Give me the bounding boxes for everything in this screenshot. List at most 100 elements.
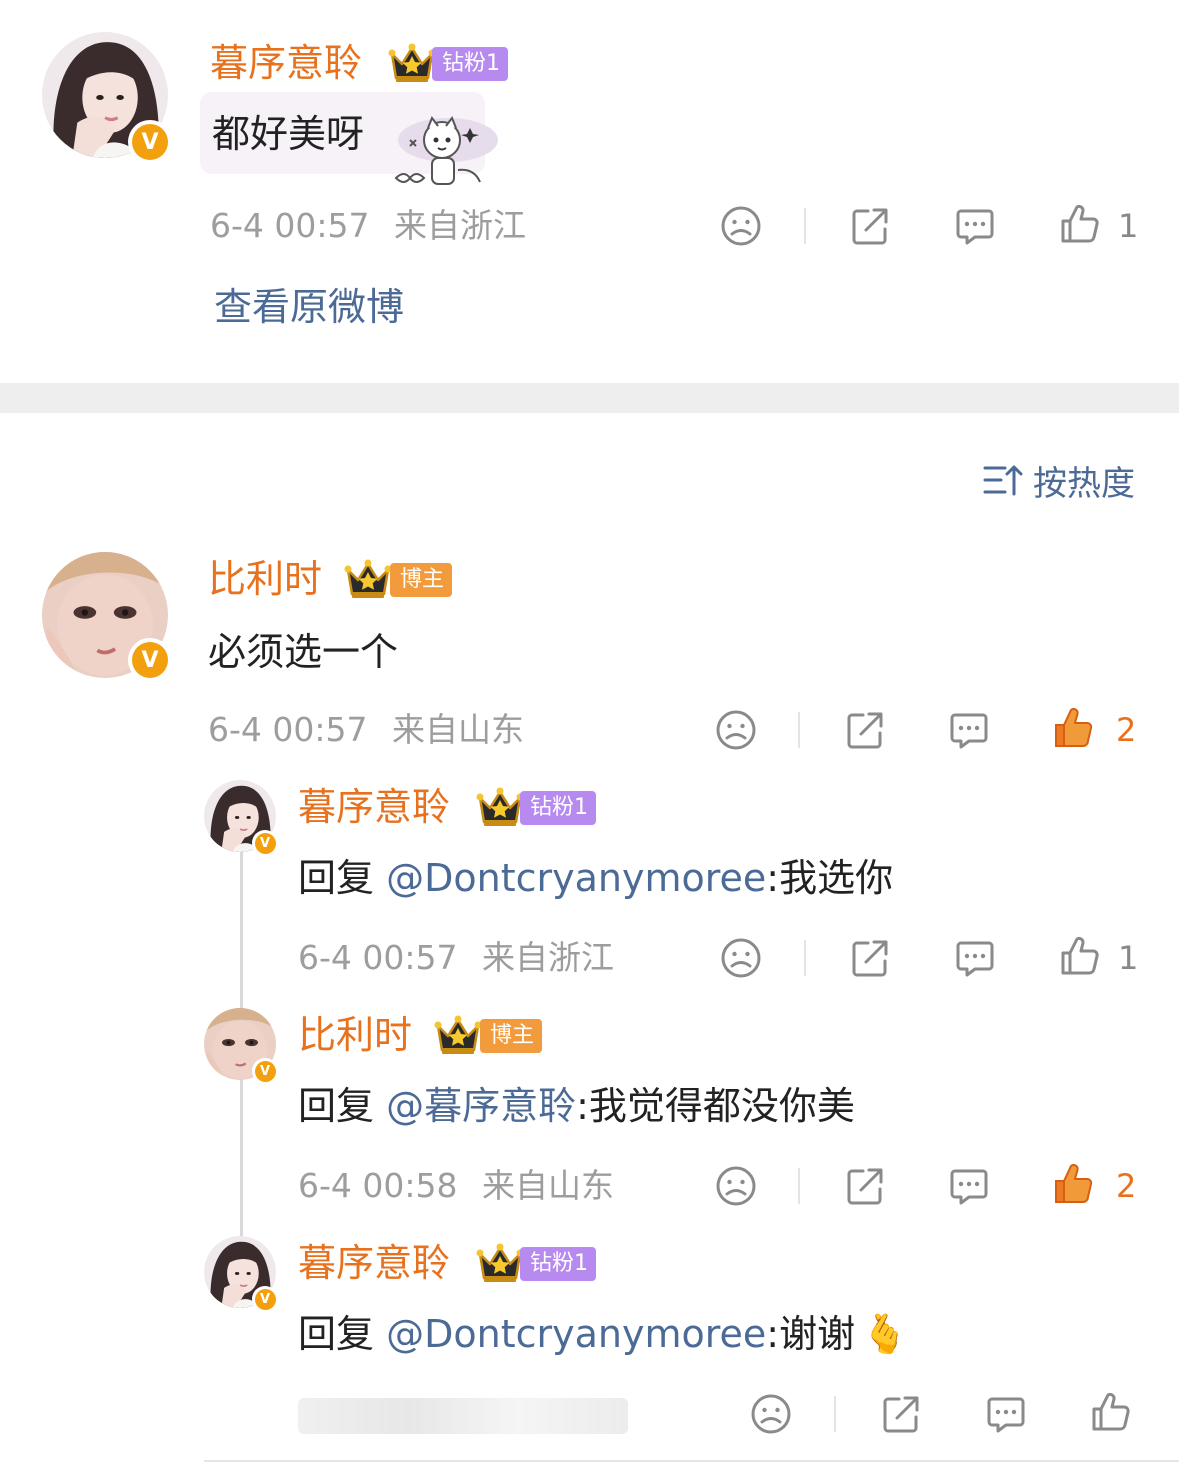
verified-badge-icon: V <box>128 638 172 682</box>
like-button-active[interactable] <box>1052 706 1096 750</box>
reply-button[interactable] <box>947 1164 991 1208</box>
username[interactable]: 比利时 <box>298 1012 412 1058</box>
divider <box>798 712 800 748</box>
timestamp: 6-4 00:57 <box>298 938 458 977</box>
divider <box>804 940 806 976</box>
verified-badge-icon: V <box>252 1058 278 1084</box>
like-count: 2 <box>1116 711 1137 749</box>
divider <box>204 1460 1179 1462</box>
host-badge[interactable]: 博主 <box>390 563 453 597</box>
finger-heart-emoji: 🫰 <box>861 1312 909 1356</box>
reply-text: 回复 @Dontcryanymoree:谢谢 🫰 <box>298 1310 908 1358</box>
fan-badge[interactable]: 钻粉1 <box>520 1247 596 1281</box>
thumbs-up-icon <box>1089 1390 1133 1434</box>
reply-prefix: 回复 <box>298 856 387 900</box>
mention-link[interactable]: @Dontcryanymoree <box>386 1312 766 1356</box>
reply-body: :我觉得都没你美 <box>576 1084 855 1128</box>
fan-badge[interactable]: 钻粉1 <box>432 47 508 81</box>
reply-text: 回复 @暮序意聆:我觉得都没你美 <box>298 1082 855 1130</box>
comment-meta: 6-4 00:57 来自浙江 <box>210 206 526 246</box>
divider <box>834 1396 836 1432</box>
reply-body: :我选你 <box>766 856 894 900</box>
timestamp: 6-4 00:57 <box>208 710 368 749</box>
verified-badge-icon: V <box>252 830 278 856</box>
username[interactable]: 比利时 <box>208 556 322 602</box>
timestamp: 6-4 00:57 <box>210 206 370 245</box>
like-count: 1 <box>1118 207 1139 245</box>
username[interactable]: 暮序意聆 <box>298 784 450 830</box>
fan-badge[interactable]: 钻粉1 <box>520 791 596 825</box>
dislike-button[interactable] <box>749 1392 793 1436</box>
comment-icon <box>953 936 997 980</box>
dislike-button[interactable] <box>719 204 763 248</box>
sort-icon <box>983 465 1023 496</box>
comment-text: 必须选一个 <box>208 630 399 674</box>
comment-icon <box>947 708 991 752</box>
crown-icon <box>434 1014 482 1058</box>
reply-button[interactable] <box>953 204 997 248</box>
share-button[interactable] <box>848 204 892 248</box>
comment-icon <box>947 1164 991 1208</box>
host-badge[interactable]: 博主 <box>480 1019 543 1053</box>
like-count: 1 <box>1118 939 1139 977</box>
divider <box>798 1168 800 1204</box>
crown-icon <box>344 558 392 602</box>
username[interactable]: 暮序意聆 <box>298 1240 450 1286</box>
reply-button[interactable] <box>947 708 991 752</box>
like-button[interactable] <box>1058 202 1102 246</box>
location: 来自浙江 <box>482 938 614 977</box>
reply-text: 回复 @Dontcryanymoree:我选你 <box>298 854 893 902</box>
verified-badge-icon: V <box>252 1286 278 1312</box>
location: 来自山东 <box>392 710 524 749</box>
like-button-active[interactable] <box>1052 1162 1096 1206</box>
dislike-button[interactable] <box>714 1164 758 1208</box>
share-button[interactable] <box>843 708 887 752</box>
comment-icon <box>953 204 997 248</box>
sad-face-icon <box>714 708 758 752</box>
like-button[interactable] <box>1058 934 1102 978</box>
dislike-button[interactable] <box>719 936 763 980</box>
username[interactable]: 暮序意聆 <box>210 40 362 86</box>
verified-badge-icon: V <box>128 120 172 164</box>
location: 来自山东 <box>482 1166 614 1205</box>
reply-button[interactable] <box>953 936 997 980</box>
sad-face-icon <box>719 204 763 248</box>
like-count: 2 <box>1116 1167 1137 1205</box>
sad-face-icon <box>719 936 763 980</box>
sort-button[interactable]: 按热度 <box>983 458 1135 504</box>
mention-link[interactable]: @Dontcryanymoree <box>386 856 766 900</box>
share-icon <box>848 204 892 248</box>
crown-icon <box>476 786 524 830</box>
comment-meta: 6-4 00:57 来自山东 <box>208 710 524 750</box>
share-button[interactable] <box>843 1164 887 1208</box>
mention-link[interactable]: @暮序意聆 <box>386 1084 576 1128</box>
sad-face-icon <box>714 1164 758 1208</box>
crown-icon <box>388 42 436 86</box>
dislike-button[interactable] <box>714 708 758 752</box>
like-button[interactable] <box>1089 1390 1133 1434</box>
share-button[interactable] <box>879 1392 923 1436</box>
cat-sticker-icon <box>394 115 498 185</box>
share-icon <box>843 1164 887 1208</box>
obscured-meta <box>298 1398 628 1434</box>
divider <box>804 208 806 244</box>
comment-meta: 6-4 00:58 来自山东 <box>298 1166 614 1206</box>
sort-label: 按热度 <box>1033 463 1135 504</box>
comment-meta: 6-4 00:57 来自浙江 <box>298 938 614 978</box>
thumbs-up-filled-icon <box>1052 706 1096 750</box>
share-icon <box>879 1392 923 1436</box>
thumbs-up-icon <box>1058 202 1102 246</box>
timestamp: 6-4 00:58 <box>298 1166 458 1205</box>
reply-prefix: 回复 <box>298 1312 387 1356</box>
share-button[interactable] <box>848 936 892 980</box>
share-icon <box>848 936 892 980</box>
comment-icon <box>984 1392 1028 1436</box>
thumbs-up-filled-icon <box>1052 1162 1096 1206</box>
comment-text: 都好美呀 <box>212 112 365 156</box>
view-original-link[interactable]: 查看原微博 <box>214 284 404 330</box>
reply-body: :谢谢 <box>766 1312 856 1356</box>
reply-prefix: 回复 <box>298 1084 387 1128</box>
crown-icon <box>476 1242 524 1286</box>
sad-face-icon <box>749 1392 793 1436</box>
reply-button[interactable] <box>984 1392 1028 1436</box>
